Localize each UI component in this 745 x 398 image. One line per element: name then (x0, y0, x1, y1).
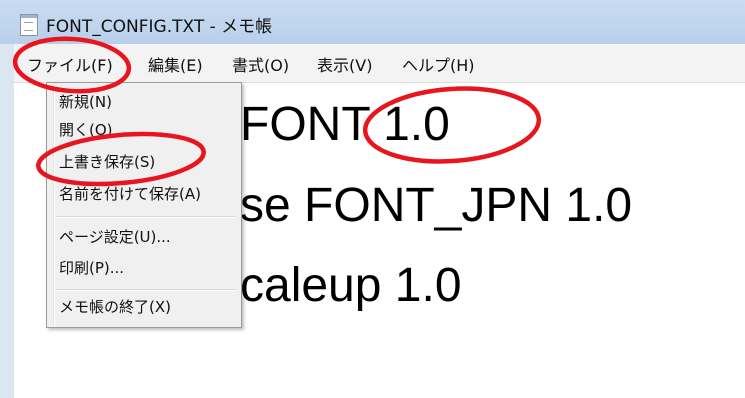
title-bar: FONT_CONFIG.TXT - メモ帳 (0, 0, 745, 44)
menu-item-print[interactable]: 印刷(P)... (59, 257, 124, 278)
menu-item-save[interactable]: 上書き保存(S) (59, 151, 155, 172)
window-title: FONT_CONFIG.TXT - メモ帳 (46, 17, 273, 37)
menu-item-exit[interactable]: メモ帳の終了(X) (59, 296, 171, 317)
menu-edit[interactable]: 編集(E) (148, 52, 203, 76)
text-line: se FONT_JPN 1.0 (240, 179, 633, 232)
menu-item-new[interactable]: 新規(N) (59, 91, 112, 112)
menu-view[interactable]: 表示(V) (317, 52, 372, 76)
text-line: caleup 1.0 (240, 259, 462, 312)
menu-item-open[interactable]: 開く(O) (59, 119, 113, 140)
menu-item-save-as[interactable]: 名前を付けて保存(A) (59, 183, 201, 204)
menu-format[interactable]: 書式(O) (232, 52, 289, 76)
menu-file[interactable]: ファイル(F) (27, 52, 113, 76)
menu-help[interactable]: ヘルプ(H) (402, 52, 475, 76)
menu-separator (55, 289, 235, 291)
text-line: FONT 1.0 (240, 98, 450, 151)
menu-item-page-setup[interactable]: ページ設定(U)... (59, 226, 171, 247)
menu-bar: ファイル(F) 編集(E) 書式(O) 表示(V) ヘルプ(H) (14, 44, 745, 83)
file-menu-dropdown: 新規(N) 開く(O) 上書き保存(S) 名前を付けて保存(A) ページ設定(U… (46, 82, 242, 328)
menu-separator (55, 216, 235, 218)
notepad-icon (20, 14, 38, 36)
